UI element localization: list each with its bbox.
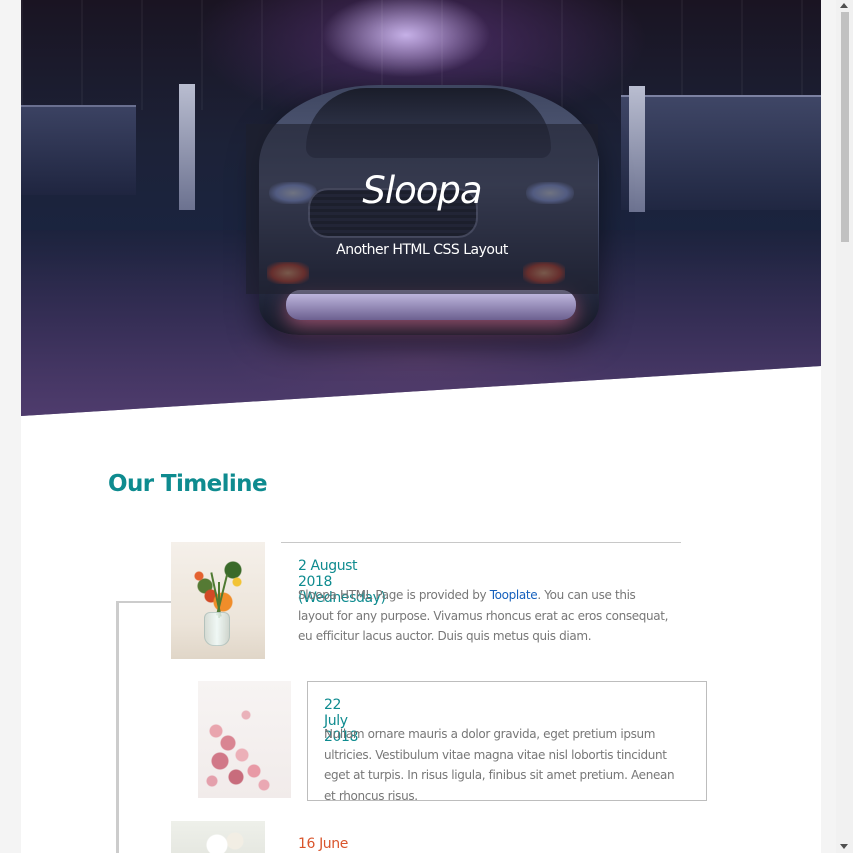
scroll-down-arrow-icon[interactable] [840,844,848,849]
car-bumper [286,290,576,320]
hero-title-box: Sloopa Another HTML CSS Layout [246,124,598,294]
entry-date: 16 June 2018 (Monday) [298,836,348,853]
vase [204,612,230,646]
scroll-thumb[interactable] [841,12,849,242]
site-subtitle: Another HTML CSS Layout [336,242,508,258]
entry-description: Sloopa HTML Page is provided by Tooplate… [298,585,670,647]
hero-wall-right [621,95,821,210]
flowers-image [171,542,265,659]
section-title: Our Timeline [108,471,268,497]
hero-banner: Sloopa Another HTML CSS Layout [21,0,821,416]
timeline-line [116,601,119,853]
scroll-up-arrow-icon[interactable] [840,3,848,8]
white-flowers-image [171,821,265,853]
entry-description: Nullam ornare mauris a dolor gravida, eg… [324,727,675,803]
blossom-image [198,681,291,798]
entry-divider [281,542,681,543]
hero-pillar [629,86,645,212]
entry-text-start: Sloopa HTML Page is provided by [298,588,490,602]
tooplate-link[interactable]: Tooplate [490,588,538,602]
page: Sloopa Another HTML CSS Layout Our Timel… [21,0,821,853]
timeline-connector [116,601,171,603]
site-title: Sloopa [362,169,482,212]
hero-pillar [179,84,195,210]
hero-wall-left [21,105,136,195]
scrollbar[interactable] [836,0,853,853]
